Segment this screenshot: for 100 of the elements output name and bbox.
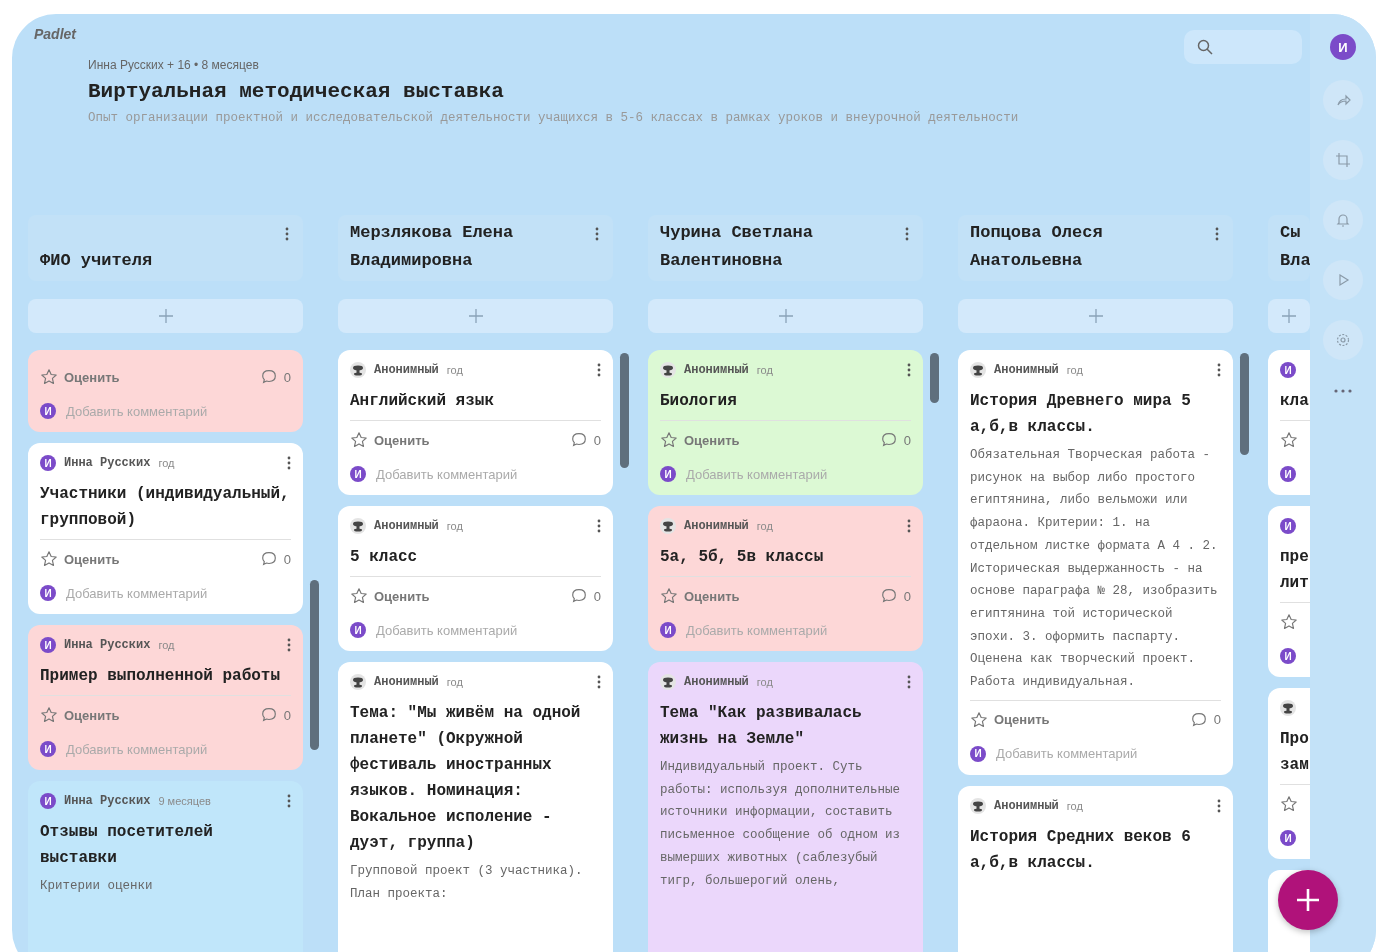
author-name: Инна Русских	[64, 638, 151, 652]
comment-icon	[259, 368, 278, 386]
star-icon[interactable]	[660, 587, 678, 605]
post-menu-icon[interactable]	[907, 519, 911, 533]
column-menu-icon[interactable]	[595, 227, 599, 241]
rate-label[interactable]: Оценить	[64, 551, 120, 567]
column-menu-icon[interactable]	[1215, 227, 1219, 241]
column-menu-icon[interactable]	[285, 227, 289, 241]
post-time: год	[446, 676, 463, 688]
column-menu-icon[interactable]	[905, 227, 909, 241]
post-card[interactable]: И Инна Русских год Участники (индивидуальный, групповой) Оценить 0 И Добавить комментарий	[28, 443, 303, 614]
post-card[interactable]	[648, 662, 923, 952]
post-card[interactable]: И пре лит И	[1268, 506, 1310, 677]
post-card[interactable]: Анонимный год Английский язык Оценить 0 И Добавить комментарий	[338, 350, 613, 495]
post-card[interactable]	[958, 350, 1233, 775]
author-name: Анонимный	[374, 363, 439, 377]
scrollbar-thumb[interactable]	[620, 353, 629, 468]
column-title: Сы Вла	[1280, 222, 1310, 272]
commenter-avatar: И	[1280, 648, 1296, 664]
post-menu-icon[interactable]	[287, 638, 291, 652]
comment-icon	[879, 587, 898, 605]
comment-icon	[879, 431, 898, 449]
scrollbar-thumb[interactable]	[1240, 353, 1249, 455]
column-title: Чурина Светлана Валентиновна	[660, 222, 815, 272]
post-card[interactable]: Анонимный год Тема: "Мы живём на одной планете" (Окружной фестиваль иностранных языков. Номинация: Вокальное исполение - дуэт, группа) Групповой проект (3 участника). План проекта:	[338, 662, 613, 952]
post-card[interactable]: Про зам И	[1268, 688, 1310, 859]
post-card[interactable]: Анонимный год 5а, 5б, 5в классы Оценить 0 И Добавить комментарий	[648, 506, 923, 651]
add-comment-field[interactable]: Добавить комментарий	[376, 622, 518, 638]
post-menu-icon[interactable]	[907, 675, 911, 689]
post-card[interactable]: И Инна Русских 9 месяцев Отзывы посетителей выставки Критерии оценки	[28, 781, 303, 952]
rate-label[interactable]: Оценить	[684, 432, 740, 448]
column-title: Попцова Олеся Анатольевна	[970, 222, 1104, 272]
star-icon[interactable]	[970, 710, 988, 729]
anonymous-avatar-icon	[660, 518, 676, 534]
post-card[interactable]: Анонимный год История Средних веков 6 а,б,в классы.	[958, 785, 1233, 952]
commenter-avatar: И	[1280, 830, 1296, 846]
comment-icon	[1189, 710, 1208, 729]
anonymous-avatar-icon	[350, 674, 366, 690]
star-icon[interactable]	[1280, 613, 1298, 631]
search-icon	[1196, 38, 1214, 56]
post-title: Участники (индивидуальный, групповой)	[40, 484, 291, 531]
author-name: Анонимный	[994, 363, 1059, 377]
post-card[interactable]: Анонимный год 5 класс Оценить 0 И Добавить комментарий	[338, 506, 613, 651]
comment-count: 0	[903, 588, 911, 604]
rate-label[interactable]: Оценить	[374, 432, 430, 448]
post-card[interactable]: Анонимный год Биология Оценить 0 И Добавить комментарий	[648, 350, 923, 495]
rate-label[interactable]: Оценить	[684, 588, 740, 604]
post-card[interactable]: Оценить 0 И Добавить комментарий	[28, 350, 303, 432]
plus-icon	[1087, 308, 1104, 324]
comment-count: 0	[593, 588, 601, 604]
post-menu-icon[interactable]	[597, 363, 601, 377]
post-menu-icon[interactable]	[597, 519, 601, 533]
avatar: И	[1280, 362, 1296, 378]
commenter-avatar: И	[350, 622, 366, 638]
post-time: год	[158, 639, 175, 651]
post-title: Отзывы посетителей выставки	[40, 822, 214, 869]
plus-icon	[1295, 887, 1321, 913]
add-comment-field[interactable]: Добавить комментарий	[996, 746, 1138, 762]
crop-icon	[1335, 152, 1351, 168]
author-name: Инна Русских	[64, 794, 151, 808]
author-name: Анонимный	[374, 519, 439, 533]
post-menu-icon[interactable]	[597, 675, 601, 689]
author-name: Инна Русских	[64, 456, 151, 470]
post-title: Про зам	[1280, 729, 1310, 776]
scrollbar-thumb[interactable]	[930, 353, 939, 403]
star-icon[interactable]	[350, 587, 368, 605]
add-comment-field[interactable]: Добавить комментарий	[376, 466, 518, 482]
post-menu-icon[interactable]	[287, 794, 291, 808]
star-icon[interactable]	[350, 431, 368, 449]
more-icon[interactable]	[1333, 388, 1353, 394]
search-field[interactable]	[1184, 30, 1302, 64]
rate-label[interactable]: Оценить	[64, 369, 120, 385]
star-icon[interactable]	[1280, 431, 1298, 449]
anonymous-avatar-icon	[350, 362, 366, 378]
post-title: Английский язык	[350, 391, 496, 412]
post-time: год	[158, 457, 175, 469]
comment-count: 0	[283, 707, 291, 723]
star-icon[interactable]	[1280, 795, 1298, 813]
star-icon[interactable]	[660, 431, 678, 449]
rate-label[interactable]: Оценить	[374, 588, 430, 604]
bell-icon	[1335, 212, 1351, 228]
star-icon[interactable]	[40, 550, 58, 568]
post-menu-icon[interactable]	[1217, 363, 1221, 377]
post-card[interactable]: И кла И	[1268, 350, 1310, 495]
comment-count: 0	[903, 432, 911, 448]
add-comment-field[interactable]: Добавить комментарий	[66, 585, 208, 601]
avatar: И	[40, 637, 56, 653]
logo[interactable]: Padlet	[34, 26, 1184, 42]
post-menu-icon[interactable]	[287, 456, 291, 470]
post-menu-icon[interactable]	[907, 363, 911, 377]
star-icon[interactable]	[40, 706, 58, 724]
star-icon[interactable]	[40, 368, 58, 386]
post-card[interactable]: И Инна Русских год Пример выполненной работы Оценить 0 И Добавить комментарий	[28, 625, 303, 770]
rate-label[interactable]: Оценить	[64, 707, 120, 723]
post-time: год	[756, 676, 773, 688]
post-time: год	[446, 520, 463, 532]
rate-label[interactable]: Оценить	[994, 712, 1050, 728]
scrollbar-thumb[interactable]	[310, 580, 319, 750]
post-menu-icon[interactable]	[1217, 798, 1221, 813]
user-avatar[interactable]: И	[1330, 34, 1356, 60]
